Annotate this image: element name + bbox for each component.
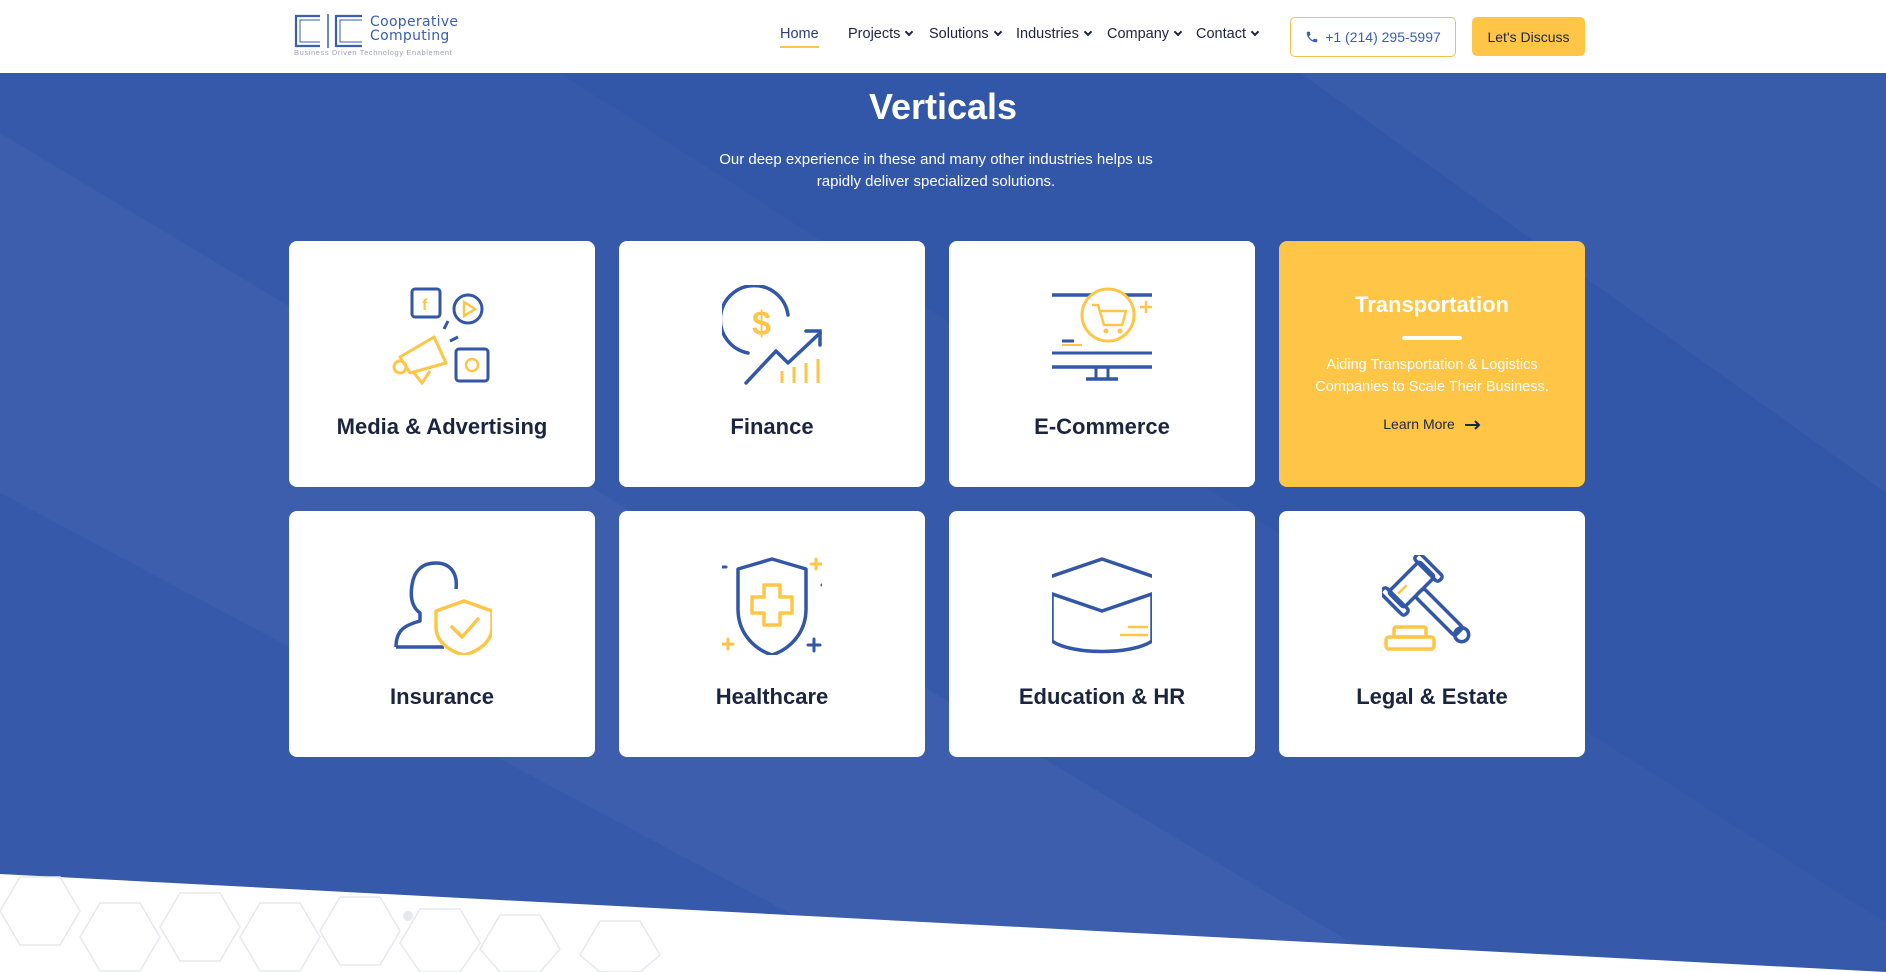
chevron-down-icon bbox=[1083, 27, 1093, 37]
nav-solutions[interactable]: Solutions bbox=[929, 26, 1002, 42]
chevron-down-icon bbox=[905, 27, 914, 37]
phone-button[interactable]: +1 (214) 295-5997 bbox=[1290, 17, 1456, 57]
nav-home[interactable]: Home bbox=[780, 26, 819, 48]
nav-contact[interactable]: Contact bbox=[1196, 26, 1260, 42]
site-header: Cooperative Computing Business Driven Te… bbox=[0, 0, 1886, 73]
nav-projects[interactable]: Projects bbox=[848, 26, 914, 42]
logo-tagline: Business Driven Technology Enablement bbox=[294, 48, 453, 57]
section-bottom-divider bbox=[0, 874, 1886, 972]
verticals-section: Verticals Our deep experience in these a… bbox=[0, 73, 1886, 972]
nav-industries[interactable]: Industries bbox=[1016, 26, 1093, 42]
phone-icon bbox=[1306, 31, 1318, 43]
chevron-down-icon bbox=[993, 27, 1002, 37]
chevron-down-icon bbox=[1250, 27, 1260, 37]
phone-number: +1 (214) 295-5997 bbox=[1325, 29, 1441, 45]
nav-company[interactable]: Company bbox=[1107, 26, 1183, 42]
chevron-down-icon bbox=[1173, 27, 1183, 37]
company-logo[interactable]: Cooperative Computing Business Driven Te… bbox=[290, 12, 470, 60]
logo-wordmark: Cooperative Computing bbox=[370, 14, 459, 44]
lets-discuss-button[interactable]: Let's Discuss bbox=[1472, 17, 1585, 56]
cc-logo-icon bbox=[294, 14, 362, 48]
